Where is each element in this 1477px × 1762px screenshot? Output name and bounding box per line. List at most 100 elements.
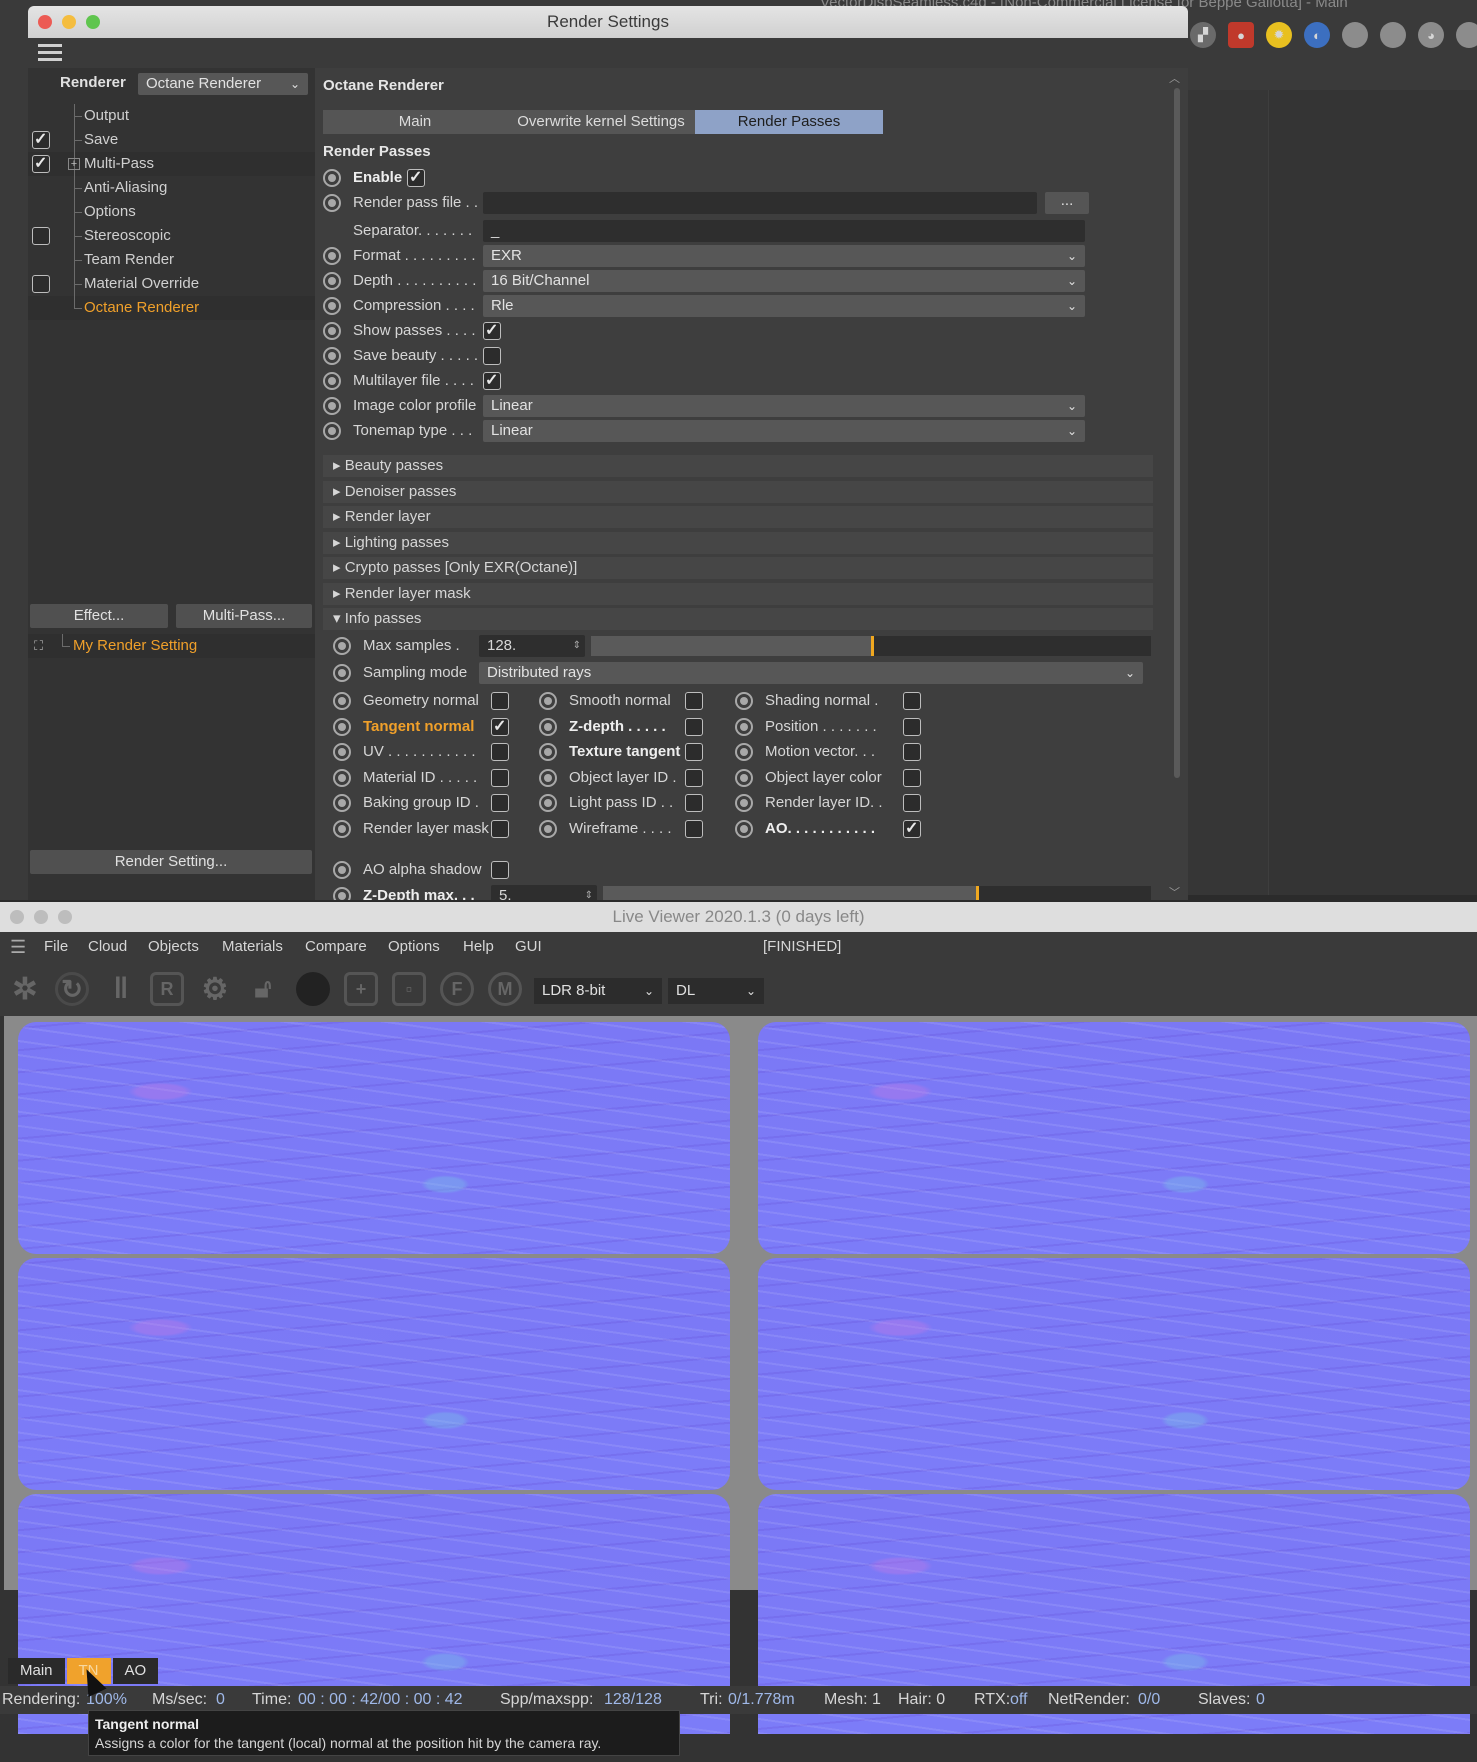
region-render-icon[interactable]: R — [150, 972, 184, 1006]
material-picker-icon[interactable]: M — [488, 972, 522, 1006]
keyframe-radio-icon[interactable] — [333, 768, 351, 787]
keyframe-radio-icon[interactable] — [323, 247, 341, 265]
menu-compare[interactable]: Compare — [305, 932, 367, 962]
multi-pass-button[interactable]: Multi-Pass... — [176, 604, 312, 628]
tree-item-material-override[interactable]: Material Override — [28, 272, 315, 296]
menu-help[interactable]: Help — [463, 932, 494, 962]
tree-item-options[interactable]: Options — [28, 200, 315, 224]
keyframe-radio-icon[interactable] — [735, 692, 753, 710]
pass-checkbox[interactable] — [903, 817, 921, 841]
pass-checkbox[interactable] — [903, 743, 921, 761]
keyframe-radio-icon[interactable] — [539, 768, 557, 787]
tree-item-save[interactable]: Save — [28, 128, 315, 152]
menu-objects[interactable]: Objects — [148, 932, 199, 962]
pause-icon[interactable]: ‖ — [104, 972, 138, 1006]
keyframe-radio-icon[interactable] — [333, 819, 351, 838]
keyframe-radio-icon[interactable] — [333, 794, 351, 812]
tree-item-octane-renderer[interactable]: Octane Renderer — [28, 296, 315, 320]
multilayer-checkbox[interactable] — [483, 369, 501, 393]
section-info-passes[interactable]: ▾ Info passes — [323, 608, 1153, 630]
checker-sphere-icon[interactable]: ◕ — [1418, 22, 1444, 48]
browse-button[interactable]: ... — [1045, 192, 1089, 214]
pass-checkbox[interactable] — [685, 794, 703, 812]
menu-file[interactable]: File — [44, 932, 68, 962]
pass-checkbox[interactable] — [685, 768, 703, 787]
keyframe-radio-icon[interactable] — [735, 819, 753, 838]
menu-materials[interactable]: Materials — [222, 932, 283, 962]
tree-item-team-render[interactable]: Team Render — [28, 248, 315, 272]
keyframe-radio-icon[interactable] — [323, 322, 341, 340]
keyframe-radio-icon[interactable] — [333, 637, 351, 655]
section-denoiser-passes[interactable]: ▸ Denoiser passes — [323, 481, 1153, 503]
keyframe-radio-icon[interactable] — [735, 717, 753, 736]
tonemap-select[interactable]: Linear ⌄ — [483, 420, 1085, 442]
add-region-icon[interactable]: + — [344, 972, 378, 1006]
section-render-layer-mask[interactable]: ▸ Render layer mask — [323, 583, 1153, 605]
pass-checkbox[interactable] — [491, 715, 509, 739]
keyframe-radio-icon[interactable] — [333, 861, 351, 879]
keyframe-radio-icon[interactable] — [323, 397, 341, 415]
stepper-arrows-icon[interactable]: ⇕ — [585, 885, 593, 900]
tree-item-anti-aliasing[interactable]: Anti-Aliasing — [28, 176, 315, 200]
pass-checkbox[interactable] — [491, 692, 509, 710]
pass-checkbox[interactable] — [685, 692, 703, 710]
max-samples-input[interactable]: 128. ⇕ — [479, 635, 585, 657]
expand-plus-icon[interactable]: + — [68, 158, 80, 170]
keyframe-radio-icon[interactable] — [323, 169, 341, 187]
close-window-icon[interactable] — [10, 910, 24, 924]
keyframe-radio-icon[interactable] — [333, 664, 351, 682]
tree-item-multi-pass[interactable]: + Multi-Pass — [28, 152, 315, 176]
minimize-window-icon[interactable] — [62, 15, 76, 29]
keyframe-radio-icon[interactable] — [333, 743, 351, 761]
tab-main[interactable]: Main — [323, 110, 507, 134]
minimize-window-icon[interactable] — [34, 910, 48, 924]
render-region-icon[interactable]: ▞ — [1190, 22, 1216, 48]
image-color-profile-select[interactable]: Linear ⌄ — [483, 395, 1085, 417]
compression-select[interactable]: Rle ⌄ — [483, 295, 1085, 317]
pass-checkbox[interactable] — [491, 794, 509, 812]
render-camera-icon[interactable]: ● — [1228, 22, 1254, 48]
section-lighting-passes[interactable]: ▸ Lighting passes — [323, 532, 1153, 554]
hamburger-menu-icon[interactable]: ☰ — [10, 932, 26, 962]
stepper-arrows-icon[interactable]: ⇕ — [573, 635, 581, 657]
slider-knob[interactable] — [975, 886, 979, 900]
keyframe-radio-icon[interactable] — [323, 422, 341, 440]
close-window-icon[interactable] — [38, 15, 52, 29]
save-beauty-checkbox[interactable] — [483, 347, 501, 365]
max-samples-slider[interactable] — [591, 636, 1151, 656]
sampling-mode-select[interactable]: Distributed rays ⌄ — [479, 662, 1143, 684]
pass-checkbox[interactable] — [685, 717, 703, 736]
pass-checkbox[interactable] — [685, 743, 703, 761]
depth-select[interactable]: 16 Bit/Channel ⌄ — [483, 270, 1085, 292]
ao-alpha-checkbox[interactable] — [491, 861, 509, 879]
zdepth-max-slider[interactable] — [603, 886, 1151, 900]
pass-checkbox[interactable] — [903, 717, 921, 736]
show-passes-checkbox[interactable] — [483, 319, 501, 343]
keyframe-radio-icon[interactable] — [539, 743, 557, 761]
keyframe-radio-icon[interactable] — [323, 194, 341, 212]
panel-scrollbar[interactable] — [1174, 88, 1180, 778]
keyframe-radio-icon[interactable] — [323, 347, 341, 365]
tree-item-stereoscopic[interactable]: Stereoscopic — [28, 224, 315, 248]
menu-cloud[interactable]: Cloud — [88, 932, 127, 962]
stereoscopic-checkbox[interactable] — [32, 227, 50, 245]
hamburger-menu-icon[interactable] — [38, 44, 62, 65]
light-icon[interactable]: ✹ — [1266, 22, 1292, 48]
sphere-shaded-icon[interactable] — [1380, 22, 1406, 48]
slider-knob[interactable] — [871, 636, 874, 656]
keyframe-radio-icon[interactable] — [539, 794, 557, 812]
keyframe-radio-icon[interactable] — [735, 768, 753, 787]
globe-icon[interactable] — [1456, 22, 1477, 48]
pass-checkbox[interactable] — [903, 768, 921, 787]
tab-overwrite-kernel[interactable]: Overwrite kernel Settings — [507, 110, 695, 134]
pass-checkbox[interactable] — [903, 692, 921, 710]
menu-options[interactable]: Options — [388, 932, 440, 962]
keyframe-radio-icon[interactable] — [539, 717, 557, 736]
send-scene-icon[interactable]: ✲ — [8, 972, 42, 1006]
keyframe-radio-icon[interactable] — [539, 692, 557, 710]
focus-picker-icon[interactable]: F — [440, 972, 474, 1006]
contrast-icon[interactable]: ◐ — [1304, 22, 1330, 48]
multi-pass-checkbox[interactable] — [32, 152, 50, 176]
material-ball-icon[interactable] — [296, 972, 330, 1006]
enable-checkbox[interactable] — [407, 166, 425, 190]
